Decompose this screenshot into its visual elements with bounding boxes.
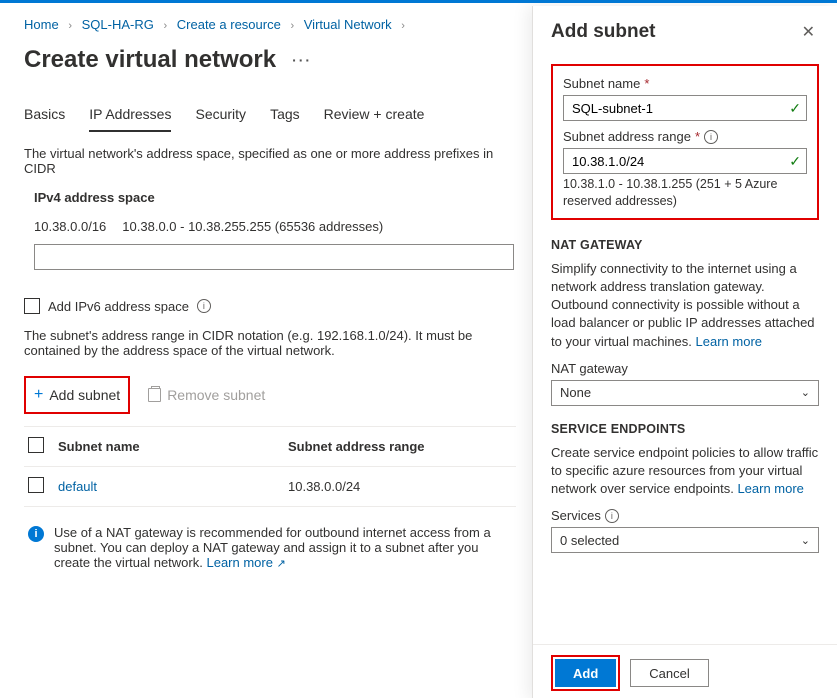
nat-gateway-label: NAT gateway (551, 361, 819, 376)
page-title: Create virtual network ··· (24, 46, 516, 74)
chevron-down-icon: ⌄ (801, 386, 810, 399)
subnet-description: The subnet's address range in CIDR notat… (24, 328, 516, 358)
learn-more-link[interactable]: Learn more ↗ (206, 555, 285, 570)
remove-subnet-button: Remove subnet (148, 387, 265, 403)
tab-review-create[interactable]: Review + create (324, 100, 425, 132)
ipv4-address-space-label: IPv4 address space (24, 190, 516, 205)
chevron-right-icon: › (290, 20, 294, 32)
col-subnet-range: Subnet address range (288, 439, 512, 454)
chevron-right-icon: › (68, 20, 72, 32)
nat-info-banner: i Use of a NAT gateway is recommended fo… (24, 525, 516, 570)
breadcrumb-rg[interactable]: SQL-HA-RG (82, 17, 154, 32)
tab-strip: Basics IP Addresses Security Tags Review… (24, 100, 516, 132)
add-subnet-button[interactable]: + Add subnet (32, 382, 122, 408)
info-icon[interactable]: i (197, 299, 211, 313)
tab-security[interactable]: Security (195, 100, 246, 132)
learn-more-link[interactable]: Learn more (737, 481, 803, 496)
plus-icon: + (34, 386, 43, 404)
ipv4-address-input[interactable] (34, 244, 514, 270)
add-subnet-highlight: + Add subnet (24, 376, 130, 414)
chevron-right-icon: › (401, 20, 405, 32)
subnet-range-input[interactable] (563, 148, 807, 174)
add-subnet-panel: Add subnet ✕ Subnet name * ✓ Subnet addr… (532, 6, 837, 698)
subnet-range-hint: 10.38.1.0 - 10.38.1.255 (251 + 5 Azure r… (563, 176, 807, 210)
services-select[interactable]: 0 selected ⌄ (551, 527, 819, 553)
nat-gateway-title: NAT GATEWAY (551, 238, 819, 252)
info-icon: i (28, 526, 44, 542)
ipv4-address-row: 10.38.0.0/16 10.38.0.0 - 10.38.255.255 (… (24, 211, 516, 244)
subnet-range-value: 10.38.0.0/24 (288, 479, 512, 494)
subnet-table-header: Subnet name Subnet address range (24, 426, 516, 467)
checkmark-icon: ✓ (789, 153, 801, 170)
external-link-icon: ↗ (277, 558, 286, 570)
info-icon[interactable]: i (605, 509, 619, 523)
subnet-name-input[interactable] (563, 95, 807, 121)
subnet-name-link[interactable]: default (58, 479, 97, 494)
service-endpoints-title: SERVICE ENDPOINTS (551, 422, 819, 436)
tab-ip-addresses[interactable]: IP Addresses (89, 100, 171, 132)
ipv4-range: 10.38.0.0 - 10.38.255.255 (65536 address… (122, 219, 383, 234)
select-all-checkbox[interactable] (28, 437, 44, 453)
add-button-highlight: Add (551, 655, 620, 691)
table-row: default 10.38.0.0/24 (24, 467, 516, 507)
row-checkbox[interactable] (28, 477, 44, 493)
close-icon[interactable]: ✕ (798, 18, 819, 46)
panel-footer: Add Cancel (533, 644, 837, 698)
subnet-fields-highlight: Subnet name * ✓ Subnet address range * i… (551, 64, 819, 220)
subnet-table: Subnet name Subnet address range default… (24, 426, 516, 507)
subnet-range-label: Subnet address range * i (563, 129, 807, 144)
checkmark-icon: ✓ (789, 100, 801, 117)
breadcrumb-create-resource[interactable]: Create a resource (177, 17, 281, 32)
tab-tags[interactable]: Tags (270, 100, 300, 132)
chevron-right-icon: › (163, 20, 167, 32)
breadcrumb-vnet[interactable]: Virtual Network (304, 17, 392, 32)
cancel-button[interactable]: Cancel (630, 659, 708, 687)
nat-gateway-select[interactable]: None ⌄ (551, 380, 819, 406)
tab-basics[interactable]: Basics (24, 100, 65, 132)
panel-title: Add subnet (551, 21, 656, 43)
breadcrumb: Home › SQL-HA-RG › Create a resource › V… (24, 13, 516, 42)
service-endpoints-description: Create service endpoint policies to allo… (551, 444, 819, 499)
learn-more-link[interactable]: Learn more (696, 334, 762, 349)
services-label: Services i (551, 508, 819, 523)
ipv6-checkbox[interactable] (24, 298, 40, 314)
more-icon[interactable]: ··· (292, 52, 312, 68)
breadcrumb-home[interactable]: Home (24, 17, 59, 32)
info-icon[interactable]: i (704, 130, 718, 144)
add-button[interactable]: Add (555, 659, 616, 687)
col-subnet-name: Subnet name (58, 439, 288, 454)
address-space-description: The virtual network's address space, spe… (24, 146, 516, 176)
ipv4-cidr: 10.38.0.0/16 (34, 219, 106, 234)
nat-gateway-description: Simplify connectivity to the internet us… (551, 260, 819, 351)
chevron-down-icon: ⌄ (801, 534, 810, 547)
ipv6-label: Add IPv6 address space (48, 299, 189, 314)
trash-icon (148, 388, 161, 402)
subnet-name-label: Subnet name * (563, 76, 807, 91)
